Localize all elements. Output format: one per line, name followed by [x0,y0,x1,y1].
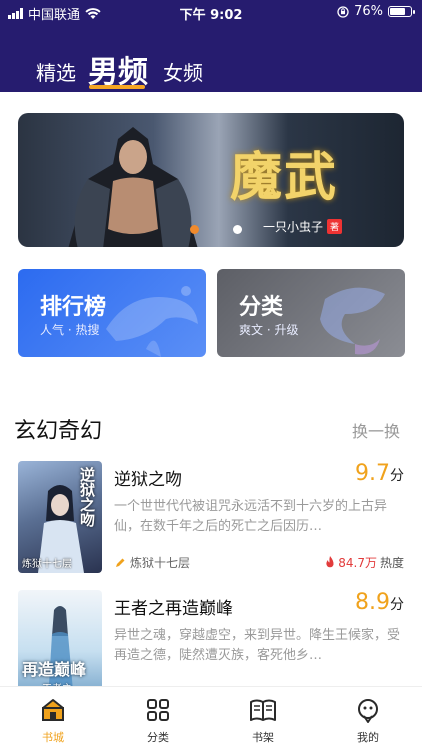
status-bar: 中国联通 下午 9:02 76% [0,0,422,26]
book-author: 炼狱十七层 [114,554,190,571]
carousel-dot[interactable] [233,225,242,234]
banner-title: 魔武 [230,147,339,208]
book-score: 8.9分 [355,590,404,615]
category-subtitle: 爽文 · 升级 [239,323,299,337]
bottom-tab-bar: 书城 分类 书架 我的 [0,686,422,750]
tabbar-label: 书城 [42,731,64,744]
mermaid-icon [320,287,385,355]
profile-icon [358,699,378,723]
grid-icon [147,699,169,721]
tabbar-category[interactable]: 分类 [128,697,188,745]
top-header: 中国联通 下午 9:02 76% 精选 男频 女频 [0,0,422,92]
tabbar-label: 我的 [357,731,379,744]
pen-icon [116,558,125,567]
heat-label: 热度 [379,556,404,570]
score-value: 8.9 [355,590,390,615]
book-heat: 84.7万 热度 [325,554,404,571]
book-cover[interactable]: 逆狱之吻 炼狱十七层 [18,461,102,573]
tab-female[interactable]: 女频 [163,57,203,86]
book-title: 逆狱之吻 [114,470,182,490]
tab-featured[interactable]: 精选 [36,57,76,86]
channel-tabs: 精选 男频 女频 [0,44,422,92]
book-description: 异世之魂，穿越虚空，来到异世。降生王候家，受再造之德，陡然遭灭族，客死他乡… [114,628,401,663]
book-score: 9.7分 [355,461,404,486]
banner-author-name: 一只小虫子 [263,220,324,234]
tabbar-label: 分类 [147,731,169,744]
tabbar-profile[interactable]: 我的 [338,697,398,745]
carousel-dots [190,225,242,234]
tabbar-label: 书架 [252,731,274,744]
heat-value: 84.7万 [338,556,377,570]
carousel-dot[interactable] [190,225,199,234]
score-unit: 分 [390,597,404,613]
cover-author: 炼狱十七层 [22,559,72,570]
battery-icon [388,6,415,17]
book-title: 王者之再造巅峰 [114,599,233,619]
home-icon [42,699,64,721]
category-card[interactable]: 分类 爽文 · 升级 [217,269,405,357]
refresh-button[interactable]: 换一换 [352,418,400,442]
author-name: 炼狱十七层 [130,556,191,570]
score-unit: 分 [390,468,404,484]
score-value: 9.7 [355,461,390,486]
ranking-subtitle: 人气 · 热搜 [40,323,100,337]
featured-banner[interactable]: 魔武 一只小虫子 著 [18,113,404,247]
book-icon [250,699,276,721]
ranking-card[interactable]: 排行榜 人气 · 热搜 [18,269,206,357]
category-title: 分类 [239,295,284,320]
flame-icon [326,556,334,568]
tabbar-bookshelf[interactable]: 书架 [233,697,293,745]
book-description: 一个世世代代被诅咒永远活不到十六岁的上古异仙，在数千年之后的死亡之后因历… [114,499,388,534]
banner-hero-illustration [68,127,198,247]
banner-author: 一只小虫子 著 [263,218,343,235]
author-badge: 著 [327,219,343,234]
book-item[interactable]: 逆狱之吻 炼狱十七层 逆狱之吻 9.7分 一个世世代代被诅咒永远活不到十六岁的上… [18,461,406,573]
cover-title: 逆狱之吻 [78,467,96,527]
tabbar-bookstore[interactable]: 书城 [23,697,83,745]
ranking-title: 排行榜 [40,295,107,320]
battery-percent: 76% [354,4,383,19]
section-title: 玄幻奇幻 [14,419,103,444]
orientation-lock-icon [337,5,349,18]
active-tab-indicator [89,85,145,89]
cover-title: 再造巅峰 [22,660,87,679]
